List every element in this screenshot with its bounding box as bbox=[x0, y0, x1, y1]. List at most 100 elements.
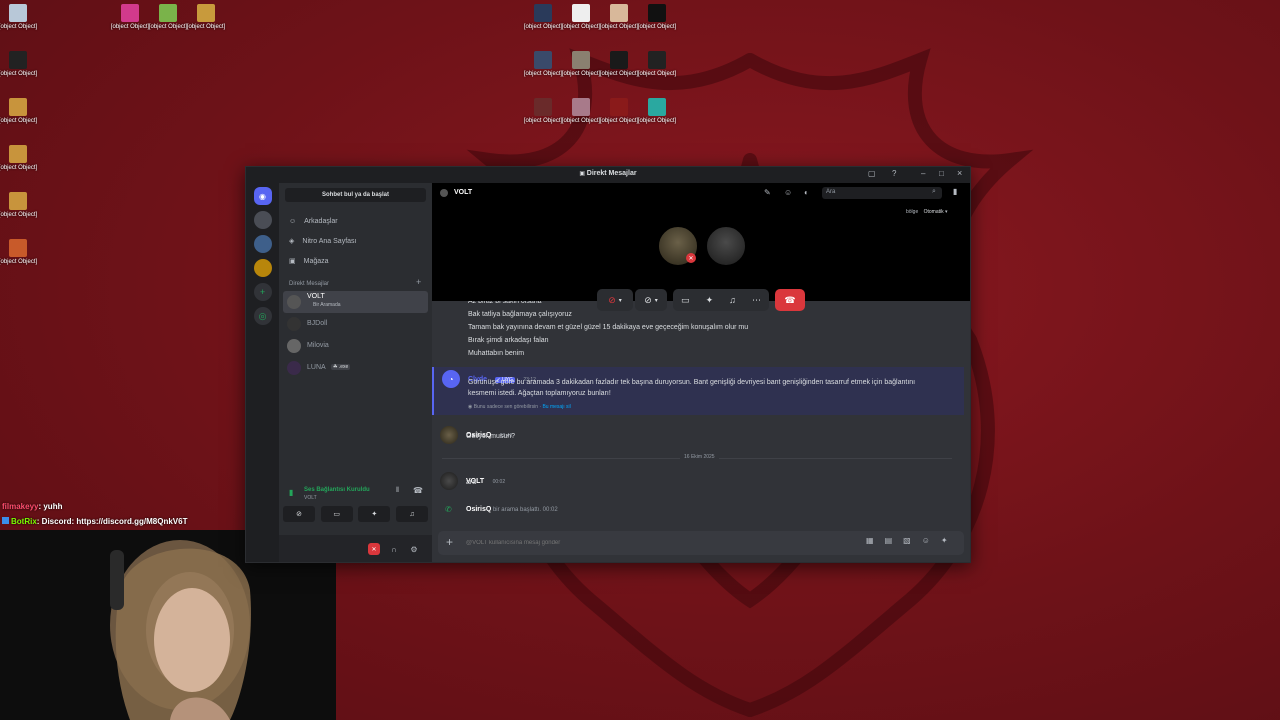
screen-share-icon[interactable]: ▢ bbox=[868, 169, 876, 178]
desktop-icon-label: [object Object] bbox=[0, 259, 38, 265]
file-icon bbox=[159, 4, 177, 22]
dm-name: VOLT bbox=[307, 293, 325, 300]
disconnect-icon[interactable]: ☎ bbox=[413, 486, 423, 495]
desktop-icon[interactable]: [object Object] bbox=[635, 4, 679, 31]
dm-item[interactable]: BJDoll bbox=[283, 313, 428, 335]
server-icon[interactable] bbox=[253, 235, 272, 253]
user-avatar[interactable] bbox=[440, 426, 458, 444]
desktop-icon-label: [object Object] bbox=[0, 212, 38, 218]
desktop-icon[interactable]: [object Object] bbox=[0, 239, 40, 266]
message-list: Az biraz bi sakin olsana Bak tatliya bağl… bbox=[432, 301, 970, 526]
settings-gear-icon[interactable]: ⚙ bbox=[408, 543, 420, 555]
nav-item-shop[interactable]: ▣ Mağaza bbox=[283, 251, 428, 271]
message-author[interactable]: OsirisQ bbox=[466, 506, 491, 513]
sticker-icon[interactable]: ▧ bbox=[903, 536, 911, 545]
screen-share-button[interactable]: ▭ bbox=[320, 506, 353, 522]
signal-icon: ▮ bbox=[289, 488, 294, 497]
minimize-button[interactable]: – bbox=[921, 169, 925, 178]
nav-item-friends[interactable]: ☺ Arkadaşlar bbox=[283, 211, 428, 231]
mute-mic-icon[interactable]: ✕ bbox=[368, 543, 380, 555]
game-icon bbox=[572, 51, 590, 69]
dm-item[interactable]: LUNA ☘ .exe bbox=[283, 357, 428, 379]
game-icon bbox=[534, 51, 552, 69]
dm-item[interactable]: VOLT Bir Aramada bbox=[283, 291, 428, 313]
desktop-icon[interactable]: [object Object] bbox=[0, 98, 40, 125]
user-profile-icon[interactable]: ◐ bbox=[804, 188, 809, 197]
game-icon bbox=[648, 51, 666, 69]
bot-icon bbox=[2, 517, 9, 524]
desktop-icon[interactable]: [object Object] bbox=[635, 98, 679, 125]
system-message: ✆ OsirisQ bir arama başlattı. 00:02 bbox=[432, 504, 962, 518]
fever-meme-icon bbox=[9, 51, 27, 69]
explore-icon[interactable]: ◎ bbox=[253, 307, 272, 325]
nav-item-nitro[interactable]: ◈ Nitro Ana Sayfası bbox=[283, 231, 428, 251]
window-title: Direkt Mesajlar bbox=[586, 170, 637, 177]
pin-icon[interactable]: ✎ bbox=[764, 188, 771, 197]
region-selector[interactable]: bölge Otomatik ▾ bbox=[906, 209, 948, 215]
friends-icon: ☺ bbox=[289, 217, 297, 225]
dm-header: Direkt Mesajlar bbox=[289, 281, 330, 287]
desktop-icon[interactable]: [object Object] bbox=[0, 145, 40, 172]
dm-status: Bir Aramada bbox=[313, 302, 341, 308]
nitro-icon: ◈ bbox=[289, 238, 295, 245]
server-icon[interactable] bbox=[253, 211, 272, 229]
search-icon: ⌕ bbox=[932, 188, 936, 195]
image-file-icon bbox=[9, 98, 27, 116]
message-timestamp: 00:02 bbox=[492, 479, 506, 485]
emoji-icon[interactable]: ☺ bbox=[922, 536, 930, 545]
close-button[interactable]: × bbox=[957, 168, 962, 178]
desktop-icon[interactable]: [object Object] bbox=[184, 4, 228, 31]
chat-username: BotRix bbox=[11, 517, 37, 526]
activities-button[interactable]: ✦ bbox=[358, 506, 391, 522]
desktop-icon[interactable]: [object Object] bbox=[0, 51, 40, 78]
clyde-message: ◔ Clyde ✓ UYG 23:12 Görünüşe göre bu ara… bbox=[432, 367, 964, 415]
dm-item[interactable]: Milovia bbox=[283, 335, 428, 357]
call-area: VOLT ✎ ☺ ◐ Ara ⌕ ▮ bölge Otomatik ▾ ✕ ⊘ ▾… bbox=[432, 183, 970, 311]
dm-tag: ☘ .exe bbox=[331, 364, 351, 370]
maximize-button[interactable]: □ bbox=[939, 169, 944, 178]
date-divider: 16 Ekim 2025 bbox=[442, 454, 952, 460]
dismiss-link[interactable]: Bu mesajı sil bbox=[542, 404, 570, 410]
server-icon[interactable] bbox=[253, 259, 272, 277]
file-icon bbox=[572, 4, 590, 22]
add-friends-icon[interactable]: ☺ bbox=[784, 188, 792, 197]
dm-search-button[interactable]: Sohbet bul ya da başlat bbox=[285, 188, 426, 202]
game-folder-icon bbox=[121, 4, 139, 22]
clyde-avatar: ◔ bbox=[442, 370, 460, 388]
camera-off-button[interactable]: ⊘ bbox=[283, 506, 315, 522]
dm-name: LUNA bbox=[307, 364, 326, 371]
desktop-icon[interactable]: [object Object] bbox=[0, 192, 40, 219]
message-text: Geliyor musun? bbox=[466, 433, 516, 440]
desktop-icon-label: [object Object] bbox=[637, 24, 677, 30]
message-text: Muhattabın benim bbox=[468, 350, 525, 357]
chat-text: : yuhh bbox=[38, 502, 63, 511]
headphones-icon[interactable]: ∩ bbox=[388, 543, 400, 555]
gift-icon[interactable]: ▦ bbox=[866, 536, 874, 545]
desktop-icon[interactable]: [object Object] bbox=[635, 51, 679, 78]
message-text: Bırak şimdi arkadaşı falan bbox=[468, 337, 549, 344]
apps-icon[interactable]: ✦ bbox=[941, 536, 948, 545]
desktop-icon-label: [object Object] bbox=[0, 165, 38, 171]
game-icon bbox=[610, 4, 628, 22]
channel-search[interactable]: Ara ⌕ bbox=[822, 187, 942, 199]
title-bar: ▣ Direkt Mesajlar ▢ ? – □ × bbox=[246, 167, 970, 183]
inbox-icon[interactable]: ▮ bbox=[953, 187, 957, 196]
desktop-icon-label: [object Object] bbox=[186, 24, 226, 30]
desktop-icon-label: [object Object] bbox=[0, 71, 38, 77]
ephemeral-note: Bunu sadece sen görebilirsin bbox=[473, 404, 538, 410]
gif-icon[interactable]: ▤ bbox=[885, 536, 893, 545]
help-icon[interactable]: ? bbox=[892, 169, 896, 178]
game-icon bbox=[610, 51, 628, 69]
soundboard-button[interactable]: ♫ bbox=[395, 506, 428, 522]
game-icon bbox=[534, 98, 552, 116]
new-dm-icon[interactable]: + bbox=[416, 277, 421, 287]
dm-avatar bbox=[287, 295, 301, 309]
desktop-icon[interactable]: [object Object] bbox=[0, 4, 40, 31]
add-server-icon[interactable]: + bbox=[253, 283, 272, 301]
dm-avatar bbox=[287, 339, 301, 353]
user-avatar[interactable] bbox=[440, 472, 458, 490]
add-attachment-icon[interactable]: + bbox=[446, 535, 453, 549]
discord-home-icon[interactable]: ◉ bbox=[253, 187, 272, 205]
message-input[interactable] bbox=[464, 536, 828, 550]
noise-suppression-icon[interactable]: ⫴ bbox=[396, 487, 399, 495]
